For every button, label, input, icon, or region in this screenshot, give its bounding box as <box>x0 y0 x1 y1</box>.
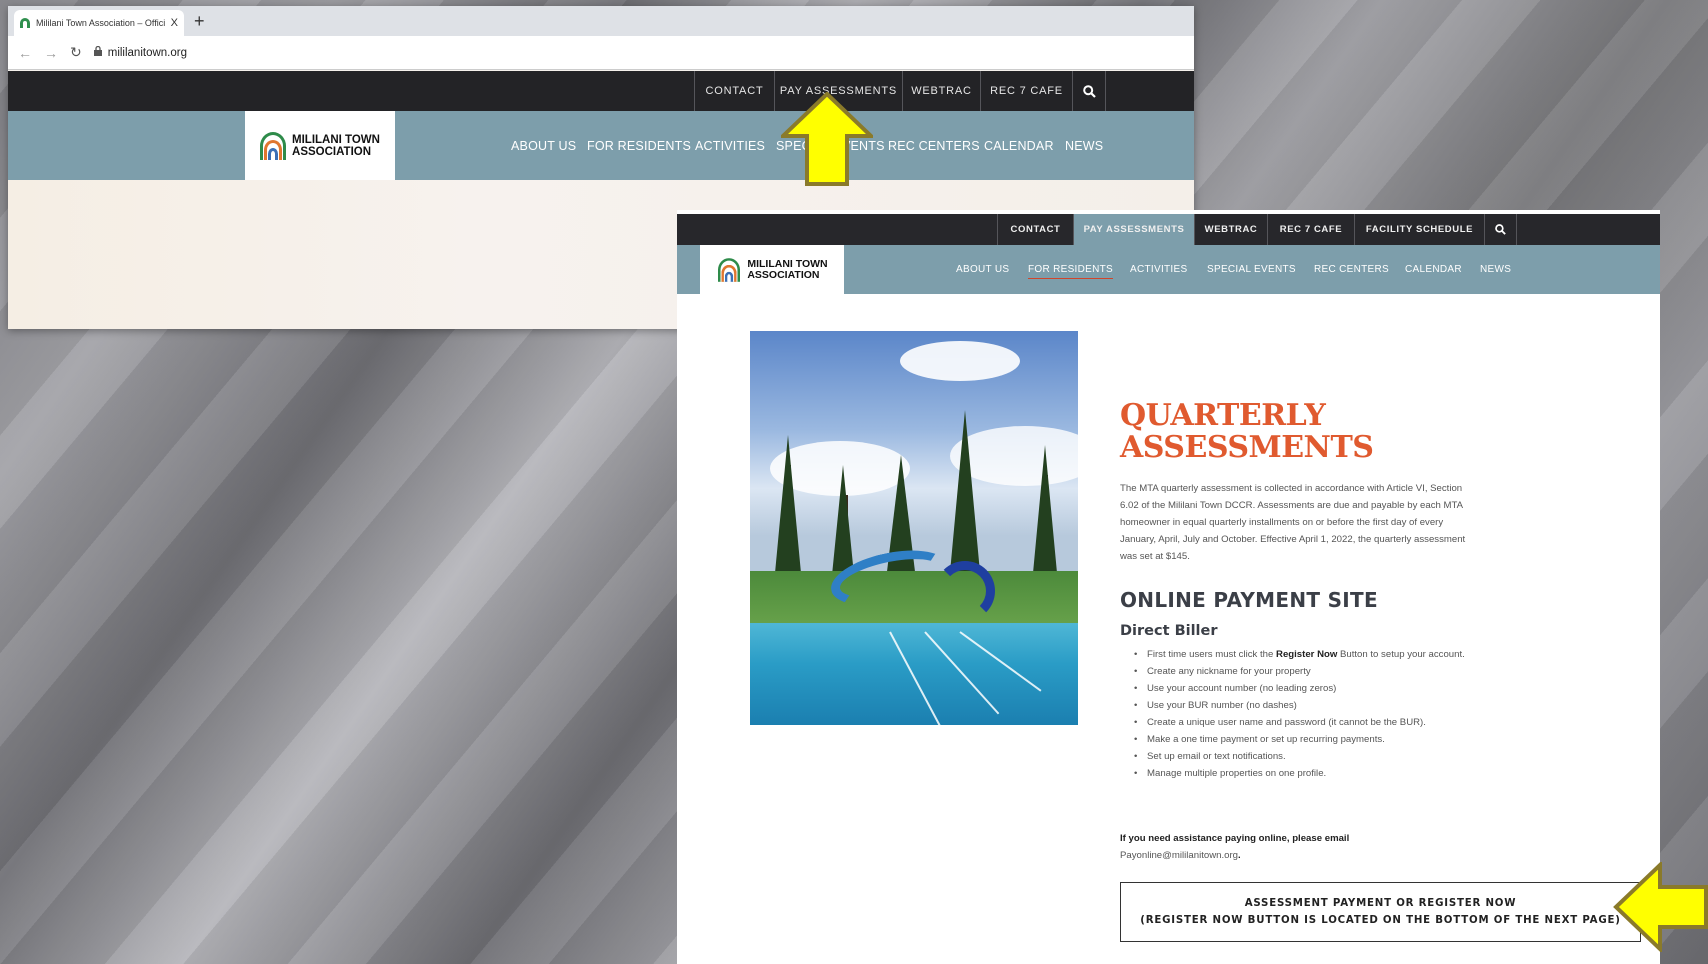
site-logo[interactable]: MILILANI TOWN ASSOCIATION <box>700 245 844 294</box>
util-nav-webtrac[interactable]: WEBTRAC <box>902 71 980 111</box>
tab-title: Mililani Town Association – Official S <box>36 18 165 28</box>
util-nav-pay-assessments[interactable]: PAY ASSESSMENTS <box>1073 214 1194 245</box>
url-field[interactable]: mililanitown.org <box>93 45 187 59</box>
main-nav-bar: MILILANI TOWN ASSOCIATION ABOUT US FOR R… <box>8 111 1194 180</box>
cta-label-line2: (REGISTER NOW BUTTON IS LOCATED ON THE B… <box>1140 915 1621 926</box>
nav-calendar[interactable]: CALENDAR <box>984 111 1054 180</box>
pool-photo <box>750 331 1078 725</box>
list-item: Set up email or text notifications. <box>1134 748 1477 765</box>
search-icon[interactable] <box>1484 214 1517 245</box>
nav-activities[interactable]: ACTIVITIES <box>695 111 765 180</box>
assessments-page: CONTACT PAY ASSESSMENTS WEBTRAC REC 7 CA… <box>677 210 1660 964</box>
logo-rainbow-icon <box>718 257 741 282</box>
favicon-icon <box>20 18 30 28</box>
util-nav-facility-schedule[interactable]: FACILITY SCHEDULE <box>1354 214 1484 245</box>
utility-nav-bar: CONTACT PAY ASSESSMENTS WEBTRAC REC 7 CA… <box>8 71 1194 111</box>
list-item: Use your BUR number (no dashes) <box>1134 697 1477 714</box>
up-arrow-annotation-icon <box>781 92 873 186</box>
util-nav-rec-7-cafe[interactable]: REC 7 CAFE <box>980 71 1072 111</box>
close-tab-icon[interactable]: X <box>171 17 178 29</box>
nav-for-residents[interactable]: FOR RESIDENTS <box>587 111 691 180</box>
intro-paragraph: The MTA quarterly assessment is collecte… <box>1120 483 1466 562</box>
main-nav-bar: MILILANI TOWN ASSOCIATION ABOUT US FOR R… <box>677 245 1660 294</box>
assessment-payment-button[interactable]: ASSESSMENT PAYMENT OR REGISTER NOW (REGI… <box>1120 882 1641 942</box>
nav-about-us[interactable]: ABOUT US <box>511 111 576 180</box>
list-item: Manage multiple properties on one profil… <box>1134 765 1477 782</box>
lock-icon <box>93 45 102 59</box>
list-item: Create a unique user name and password (… <box>1134 714 1477 731</box>
nav-rec-centers[interactable]: REC CENTERS <box>888 111 980 180</box>
logo-text: MILILANI TOWN ASSOCIATION <box>292 133 380 158</box>
direct-biller-heading: Direct Biller <box>1120 623 1218 639</box>
search-icon[interactable] <box>1072 71 1106 111</box>
nav-rec-centers[interactable]: REC CENTERS <box>1314 245 1389 294</box>
tab-strip: Mililani Town Association – Official S X… <box>8 6 1194 36</box>
address-bar: ← → ↻ mililanitown.org <box>8 36 1194 70</box>
nav-news[interactable]: NEWS <box>1065 111 1103 180</box>
back-arrow-icon[interactable]: ← <box>18 45 32 61</box>
list-item: Use your account number (no leading zero… <box>1134 680 1477 697</box>
nav-calendar[interactable]: CALENDAR <box>1405 245 1462 294</box>
left-arrow-annotation-icon <box>1613 862 1708 952</box>
reload-icon[interactable]: ↻ <box>70 44 82 61</box>
nav-special-events[interactable]: SPECIAL EVENTS <box>1207 245 1296 294</box>
instructions-list: First time users must click the Register… <box>1134 646 1477 782</box>
logo-rainbow-icon <box>260 131 287 160</box>
nav-activities[interactable]: ACTIVITIES <box>1130 245 1187 294</box>
nav-about-us[interactable]: ABOUT US <box>956 245 1009 294</box>
online-payment-heading: ONLINE PAYMENT SITE <box>1120 588 1378 612</box>
util-nav-webtrac[interactable]: WEBTRAC <box>1194 214 1267 245</box>
list-item: Create any nickname for your property <box>1134 663 1477 680</box>
list-item: Make a one time payment or set up recurr… <box>1134 731 1477 748</box>
browser-tab[interactable]: Mililani Town Association – Official S X <box>14 10 184 36</box>
util-nav-contact[interactable]: CONTACT <box>694 71 774 111</box>
list-item: First time users must click the Register… <box>1134 646 1477 663</box>
nav-news[interactable]: NEWS <box>1480 245 1511 294</box>
site-logo[interactable]: MILILANI TOWN ASSOCIATION <box>245 111 395 180</box>
assistance-note: If you need assistance paying online, pl… <box>1120 833 1350 861</box>
nav-for-residents[interactable]: FOR RESIDENTS <box>1028 245 1114 294</box>
url-text: mililanitown.org <box>107 46 187 59</box>
cta-label-line1: ASSESSMENT PAYMENT OR REGISTER NOW <box>1244 898 1517 909</box>
forward-arrow-icon[interactable]: → <box>44 45 58 61</box>
new-tab-button[interactable]: + <box>194 11 205 32</box>
logo-text: MILILANI TOWN ASSOCIATION <box>747 257 828 281</box>
assistance-text: If you need assistance paying online, pl… <box>1120 833 1350 844</box>
email-link[interactable]: Payonline@mililanitown.org <box>1120 850 1238 861</box>
util-nav-rec-7-cafe[interactable]: REC 7 CAFE <box>1267 214 1354 245</box>
utility-nav-bar: CONTACT PAY ASSESSMENTS WEBTRAC REC 7 CA… <box>677 214 1660 245</box>
util-nav-contact[interactable]: CONTACT <box>997 214 1073 245</box>
page-title: QUARTERLY ASSESSMENTS <box>1120 398 1374 465</box>
